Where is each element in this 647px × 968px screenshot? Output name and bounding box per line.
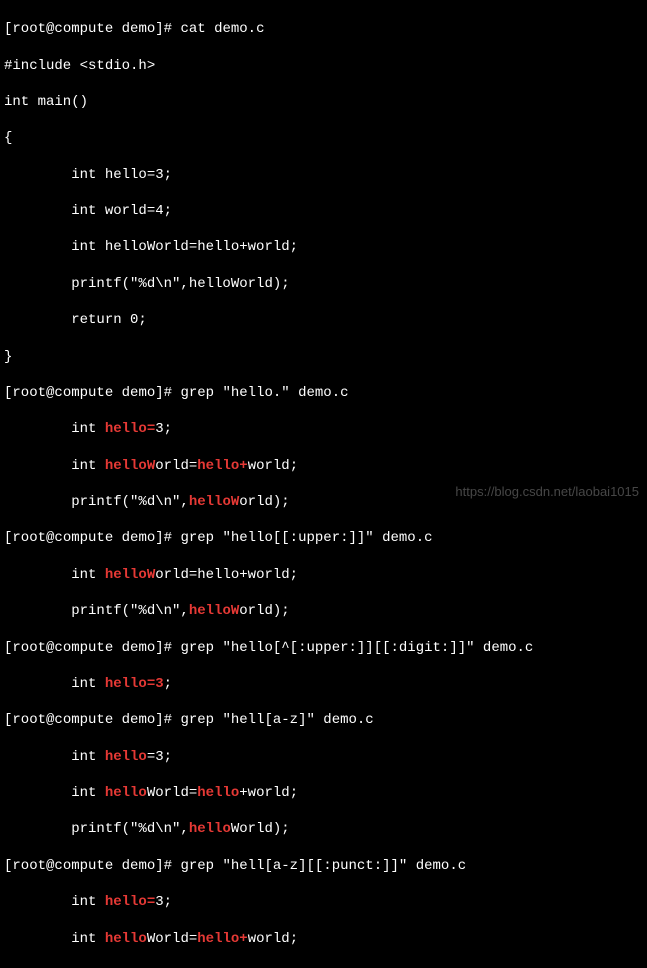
grep-match: helloW [105,567,155,583]
command-grep2: grep "hello[[:upper:]]" demo.c [180,530,432,546]
grep-output: int hello=3; [4,893,643,911]
prompt-cwd: demo [122,21,156,37]
grep-match: helloW [189,494,239,510]
prompt-symbol: # [164,21,172,37]
source-line: int world=4; [4,202,643,220]
prompt-line: [root@compute demo]# grep "hello[^[:uppe… [4,639,643,657]
grep-output: printf("%d\n",helloWorld); [4,493,643,511]
grep-match: hello [105,785,147,801]
prompt-line: [root@compute demo]# cat demo.c [4,20,643,38]
source-line: int main() [4,93,643,111]
grep-output: int hello=3; [4,748,643,766]
command-grep4: grep "hell[a-z]" demo.c [180,712,373,728]
grep-output: printf("%d\n",helloWorld); [4,602,643,620]
grep-match: hello= [105,421,155,437]
command-cat: cat demo.c [180,21,264,37]
source-line: #include <stdio.h> [4,57,643,75]
source-line: return 0; [4,311,643,329]
source-line: printf("%d\n",helloWorld); [4,275,643,293]
prompt-line: [root@compute demo]# grep "hell[a-z]" de… [4,711,643,729]
command-grep5: grep "hell[a-z][[:punct:]]" demo.c [180,858,466,874]
source-line: int hello=3; [4,166,643,184]
source-line: { [4,129,643,147]
grep-match: hello [105,749,147,765]
command-grep3: grep "hello[^[:upper:]][[:digit:]]" demo… [180,640,533,656]
source-line: } [4,348,643,366]
grep-match: hello+ [197,458,247,474]
prompt-close: ] [155,21,163,37]
grep-match: hello=3 [105,676,164,692]
grep-match: hello [105,931,147,947]
terminal-output[interactable]: [root@compute demo]# cat demo.c #include… [0,0,647,968]
grep-output: int hello=3; [4,420,643,438]
prompt-line: [root@compute demo]# grep "hell[a-z][[:p… [4,857,643,875]
prompt-user: root [12,21,46,37]
command-grep1: grep "hello." demo.c [180,385,348,401]
grep-output: printf("%d\n",helloWorld); [4,820,643,838]
grep-output: int helloWorld=hello+world; [4,566,643,584]
grep-output: int hello=3; [4,675,643,693]
grep-match: helloW [105,458,155,474]
grep-output: int helloWorld=hello+world; [4,930,643,948]
prompt-line: [root@compute demo]# grep "hello." demo.… [4,384,643,402]
prompt-host: compute [54,21,113,37]
grep-match: helloW [189,603,239,619]
grep-match: hello+ [197,931,247,947]
grep-match: hello [197,785,239,801]
grep-match: hello [189,821,231,837]
grep-match: hello= [105,894,155,910]
grep-output: int helloWorld=hello+world; [4,784,643,802]
prompt-line: [root@compute demo]# grep "hello[[:upper… [4,529,643,547]
grep-output: int helloWorld=hello+world; [4,457,643,475]
source-line: int helloWorld=hello+world; [4,238,643,256]
